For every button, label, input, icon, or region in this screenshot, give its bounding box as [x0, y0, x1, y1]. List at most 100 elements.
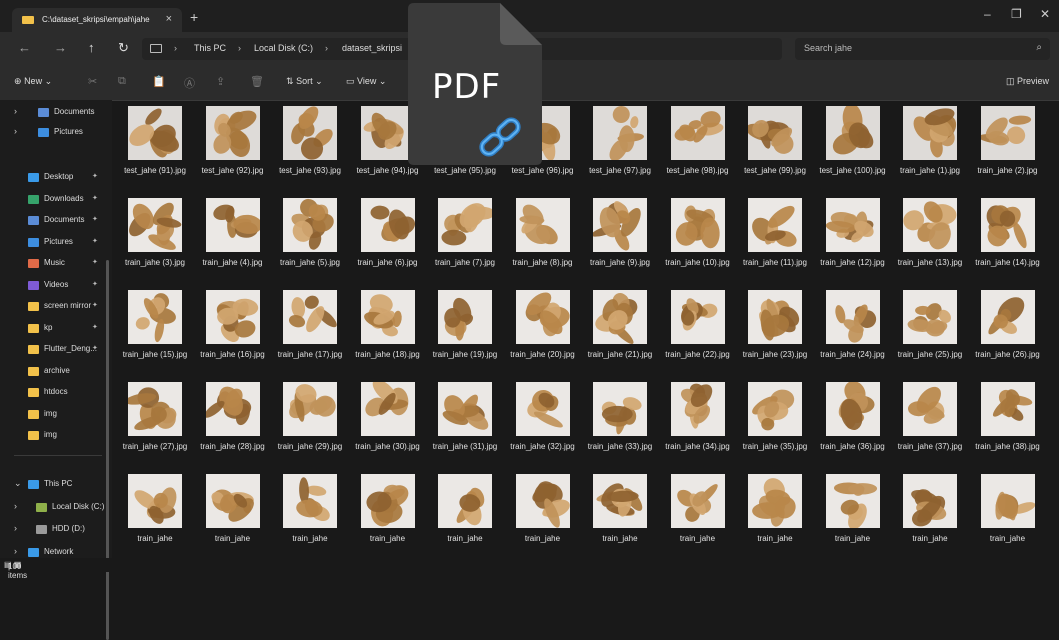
file-item[interactable]: train_jahe (21).jpg — [581, 284, 657, 374]
copy-icon[interactable]: ⧉ — [118, 75, 126, 88]
view-toggle-icons[interactable]: ▤ ▦ — [4, 560, 1055, 569]
file-item[interactable]: train_jahe — [736, 468, 812, 558]
back-button[interactable]: ← — [18, 40, 31, 55]
file-item[interactable]: train_jahe — [271, 468, 347, 558]
file-item[interactable]: train_jahe (28).jpg — [194, 376, 270, 466]
search-input[interactable]: Search jahe — [804, 43, 852, 53]
new-button[interactable]: ⊕ New ⌄ — [14, 76, 52, 87]
breadcrumb-this-pc[interactable]: This PC — [194, 43, 226, 53]
file-item[interactable]: train_jahe — [814, 468, 890, 558]
file-item[interactable]: test_jahe (99).jpg — [736, 100, 812, 190]
sidebar-item-quick-7[interactable]: kp ✦ — [0, 319, 112, 339]
file-item[interactable]: train_jahe (20).jpg — [504, 284, 580, 374]
sidebar-item-quick-9[interactable]: archive — [0, 362, 112, 382]
file-item[interactable]: train_jahe (37).jpg — [891, 376, 967, 466]
file-item[interactable]: train_jahe (34).jpg — [659, 376, 735, 466]
sidebar-item-quick-0[interactable]: Desktop ✦ — [0, 168, 112, 188]
file-item[interactable]: train_jahe (35).jpg — [736, 376, 812, 466]
minimize-button[interactable]: – — [984, 7, 991, 21]
file-item[interactable]: train_jahe (5).jpg — [271, 192, 347, 282]
file-item[interactable]: train_jahe (11).jpg — [736, 192, 812, 282]
file-item[interactable]: train_jahe (30).jpg — [349, 376, 425, 466]
close-tab-icon[interactable]: × — [166, 13, 172, 25]
file-item[interactable]: test_jahe (97).jpg — [581, 100, 657, 190]
file-item[interactable]: train_jahe (7).jpg — [426, 192, 502, 282]
file-item[interactable]: train_jahe (27).jpg — [116, 376, 192, 466]
paste-icon[interactable]: 📋 — [152, 75, 166, 88]
file-item[interactable]: train_jahe — [116, 468, 192, 558]
breadcrumb-local-disk[interactable]: Local Disk (C:) — [254, 43, 313, 53]
sort-button[interactable]: ⇅ Sort ⌄ — [286, 76, 323, 87]
sidebar-item-bottom-2[interactable]: › HDD (D:) — [0, 520, 112, 540]
file-item[interactable]: train_jahe — [194, 468, 270, 558]
sidebar-item-quick-8[interactable]: Flutter_Deng... ✦ — [0, 340, 112, 360]
chevron-icon[interactable]: ⌄ — [14, 478, 22, 489]
explorer-tab[interactable]: C:\dataset_skripsi\empah\jahe × — [12, 8, 182, 32]
file-item[interactable]: train_jahe (17).jpg — [271, 284, 347, 374]
file-item[interactable]: train_jahe (8).jpg — [504, 192, 580, 282]
file-item[interactable]: train_jahe (23).jpg — [736, 284, 812, 374]
share-icon[interactable]: ⇪ — [216, 75, 225, 88]
file-item[interactable]: train_jahe (12).jpg — [814, 192, 890, 282]
file-item[interactable]: train_jahe (29).jpg — [271, 376, 347, 466]
new-tab-button[interactable]: + — [190, 9, 198, 25]
file-item[interactable]: train_jahe — [659, 468, 735, 558]
file-item[interactable]: train_jahe (22).jpg — [659, 284, 735, 374]
maximize-button[interactable]: ❐ — [1011, 7, 1022, 21]
forward-button[interactable]: → — [54, 40, 67, 55]
file-item[interactable]: train_jahe (38).jpg — [969, 376, 1045, 466]
file-item[interactable]: test_jahe (93).jpg — [271, 100, 347, 190]
sidebar-item-top-0[interactable]: › Documents — [0, 103, 112, 123]
file-item[interactable]: train_jahe (36).jpg — [814, 376, 890, 466]
file-item[interactable]: train_jahe (18).jpg — [349, 284, 425, 374]
file-item[interactable]: test_jahe (100).jpg — [814, 100, 890, 190]
sidebar-item-quick-11[interactable]: img — [0, 405, 112, 425]
chevron-icon[interactable]: › — [14, 546, 17, 556]
close-window-button[interactable]: ✕ — [1040, 7, 1050, 21]
file-item[interactable]: train_jahe — [426, 468, 502, 558]
sidebar-scrollbar[interactable] — [106, 260, 109, 640]
sidebar-item-quick-10[interactable]: htdocs — [0, 383, 112, 403]
file-item[interactable]: train_jahe (6).jpg — [349, 192, 425, 282]
file-item[interactable]: train_jahe (1).jpg — [891, 100, 967, 190]
sidebar-item-quick-3[interactable]: Pictures ✦ — [0, 233, 112, 253]
file-item[interactable]: train_jahe (10).jpg — [659, 192, 735, 282]
sidebar-item-top-1[interactable]: › Pictures — [0, 123, 112, 143]
chevron-icon[interactable]: › — [14, 126, 17, 136]
file-item[interactable]: train_jahe (32).jpg — [504, 376, 580, 466]
sidebar-item-bottom-1[interactable]: › Local Disk (C:) — [0, 498, 112, 518]
file-item[interactable]: train_jahe (19).jpg — [426, 284, 502, 374]
file-item[interactable]: train_jahe (3).jpg — [116, 192, 192, 282]
rename-icon[interactable]: Ⓐ — [184, 75, 195, 91]
file-item[interactable]: train_jahe — [581, 468, 657, 558]
file-item[interactable]: train_jahe (15).jpg — [116, 284, 192, 374]
file-item[interactable]: train_jahe — [504, 468, 580, 558]
sidebar-item-quick-2[interactable]: Documents ✦ — [0, 211, 112, 231]
file-item[interactable]: train_jahe (4).jpg — [194, 192, 270, 282]
sidebar-item-quick-4[interactable]: Music ✦ — [0, 254, 112, 274]
chevron-icon[interactable]: › — [14, 523, 17, 533]
file-item[interactable]: train_jahe (16).jpg — [194, 284, 270, 374]
file-item[interactable]: test_jahe (92).jpg — [194, 100, 270, 190]
file-item[interactable]: train_jahe — [891, 468, 967, 558]
sidebar-item-quick-12[interactable]: img — [0, 426, 112, 446]
sidebar-item-bottom-0[interactable]: ⌄ This PC — [0, 475, 112, 495]
file-item[interactable]: train_jahe (31).jpg — [426, 376, 502, 466]
file-item[interactable]: train_jahe (2).jpg — [969, 100, 1045, 190]
file-item[interactable]: train_jahe (26).jpg — [969, 284, 1045, 374]
search-box[interactable]: Search jahe ⌕ — [795, 38, 1050, 60]
file-item[interactable]: train_jahe — [969, 468, 1045, 558]
file-item[interactable]: train_jahe — [349, 468, 425, 558]
sidebar-item-quick-6[interactable]: screen mirror ✦ — [0, 297, 112, 317]
file-item[interactable]: train_jahe (24).jpg — [814, 284, 890, 374]
file-item[interactable]: train_jahe (9).jpg — [581, 192, 657, 282]
view-button[interactable]: ▭ View ⌄ — [346, 76, 386, 87]
cut-icon[interactable]: ✂ — [88, 75, 97, 88]
file-item[interactable]: train_jahe (13).jpg — [891, 192, 967, 282]
sidebar-item-quick-1[interactable]: Downloads ✦ — [0, 190, 112, 210]
up-button[interactable]: ↑ — [88, 40, 95, 55]
file-item[interactable]: test_jahe (98).jpg — [659, 100, 735, 190]
refresh-button[interactable]: ↻ — [118, 40, 129, 56]
sidebar-item-quick-5[interactable]: Videos ✦ — [0, 276, 112, 296]
breadcrumb-dataset-skripsi[interactable]: dataset_skripsi — [342, 43, 402, 53]
